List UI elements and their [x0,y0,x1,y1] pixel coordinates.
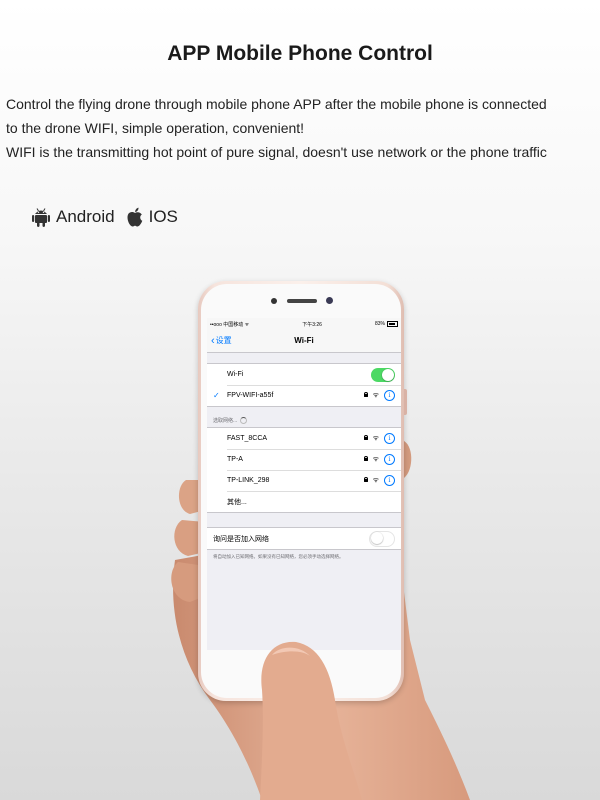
network-icons: ᯤ i [363,475,395,486]
description: Control the flying drone through mobile … [6,92,596,164]
network-name: FAST_8CCA [227,435,268,442]
toggle-knob [382,368,394,381]
platform-label: Android [56,207,115,226]
network-row[interactable]: TP-LINK_298 ᯤ i [207,470,401,491]
lock-icon [363,455,369,461]
network-name: TP-A [227,456,243,463]
ask-join-label: 询问是否加入网络 [213,535,269,543]
phone-front: ••ooo 中国移动 ᯤ 下午3:26 83% ‹ 设置 Wi-Fi Wi-Fi [201,284,401,698]
battery-percent: 83% [374,321,385,327]
nav-bar: ‹ 设置 Wi-Fi [207,330,401,353]
other-network-row[interactable]: 其他... [207,491,401,512]
battery-indicator: 83% [375,321,398,327]
network-name: FPV-WIFI-a55f [227,392,274,399]
network-list: FAST_8CCA ᯤ i TP-A ᯤ i TP-LINK_298 ᯤ i 其… [207,427,401,513]
platform-label: IOS [148,207,178,226]
info-icon[interactable]: i [384,454,395,465]
carrier-label: ••ooo 中国移动 ᯤ [210,321,250,328]
front-sensor [326,297,333,304]
choose-network-label: 选取网络... [213,418,238,424]
wifi-signal-icon: ᯤ [372,434,379,442]
platform-list: Android IOS [32,207,190,227]
network-row[interactable]: FAST_8CCA ᯤ i [207,428,401,449]
page-title: APP Mobile Phone Control [167,42,433,65]
connected-network-row[interactable]: ✓ FPV-WIFI-a55f ᯤ i [207,385,401,406]
platform-android: Android [32,207,115,227]
status-bar: ••ooo 中国移动 ᯤ 下午3:26 83% [207,318,401,330]
lock-icon [363,391,369,397]
battery-icon [387,321,398,327]
wifi-signal-icon: ᯤ [372,455,379,463]
ask-join-toggle[interactable] [369,530,395,547]
wifi-group: Wi-Fi ✓ FPV-WIFI-a55f ᯤ i [207,363,401,407]
phone-screen: ••ooo 中国移动 ᯤ 下午3:26 83% ‹ 设置 Wi-Fi Wi-Fi [207,318,401,650]
description-line: WIFI is the transmitting hot point of pu… [6,144,547,160]
checkmark-icon: ✓ [213,391,220,400]
wifi-label: Wi-Fi [227,371,244,378]
lock-icon [363,434,369,440]
info-icon[interactable]: i [384,475,395,486]
loading-spinner-icon [240,417,248,424]
wifi-toggle-row: Wi-Fi [207,364,401,385]
ask-join-group: 询问是否加入网络 [207,527,401,550]
platform-ios: IOS [127,207,178,227]
other-label: 其他... [227,498,247,506]
screen-title: Wi-Fi [294,336,314,345]
ask-join-row: 询问是否加入网络 [207,528,401,549]
wifi-signal-icon: ᯤ [372,391,379,399]
description-line: to the drone WIFI, simple operation, con… [6,120,305,136]
power-button [404,389,407,415]
wifi-signal-icon: ᯤ [372,476,379,484]
description-line: Control the flying drone through mobile … [6,96,547,112]
home-button[interactable] [283,660,317,694]
ask-join-note: 将自动加入已知网络。如果没有已知网络，您必须手动选择网络。 [213,554,344,559]
info-icon[interactable]: i [384,433,395,444]
info-icon[interactable]: i [384,390,395,401]
status-time: 下午3:26 [302,321,322,328]
network-icons: ᯤ i [363,390,395,401]
network-row[interactable]: TP-A ᯤ i [207,449,401,470]
choose-network-header: 选取网络... [207,407,401,427]
apple-icon [127,207,142,227]
android-icon [32,208,50,227]
wifi-toggle[interactable] [371,367,395,382]
network-icons: ᯤ i [363,454,395,465]
front-camera [271,298,277,304]
lock-icon [363,476,369,482]
network-icons: ᯤ i [363,433,395,444]
phone-device: ••ooo 中国移动 ᯤ 下午3:26 83% ‹ 设置 Wi-Fi Wi-Fi [198,281,407,701]
network-name: TP-LINK_298 [227,477,270,484]
earpiece-speaker [287,299,317,303]
toggle-knob [370,532,383,544]
